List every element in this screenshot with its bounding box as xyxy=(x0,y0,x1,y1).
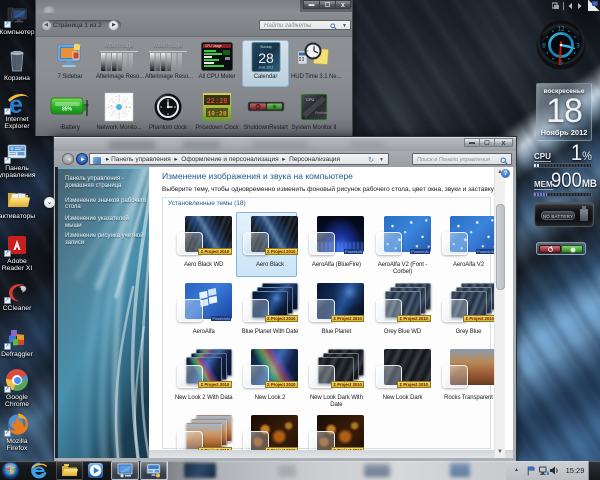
svg-text:22:28: 22:28 xyxy=(206,98,227,106)
svg-text:3: 3 xyxy=(576,42,580,49)
svg-text:28: 28 xyxy=(258,50,274,66)
svg-text:85%: 85% xyxy=(62,107,73,113)
svg-text:Pentium: Pentium xyxy=(315,111,328,115)
svg-text:12: 12 xyxy=(558,26,565,33)
svg-text:Sunday: Sunday xyxy=(260,45,272,49)
svg-text:9: 9 xyxy=(542,42,546,49)
svg-text:CPU: CPU xyxy=(306,97,315,102)
svg-text:CPU Usage: CPU Usage xyxy=(205,44,222,48)
svg-text:10:28: 10:28 xyxy=(207,111,227,118)
svg-text:June 2012: June 2012 xyxy=(258,66,273,70)
